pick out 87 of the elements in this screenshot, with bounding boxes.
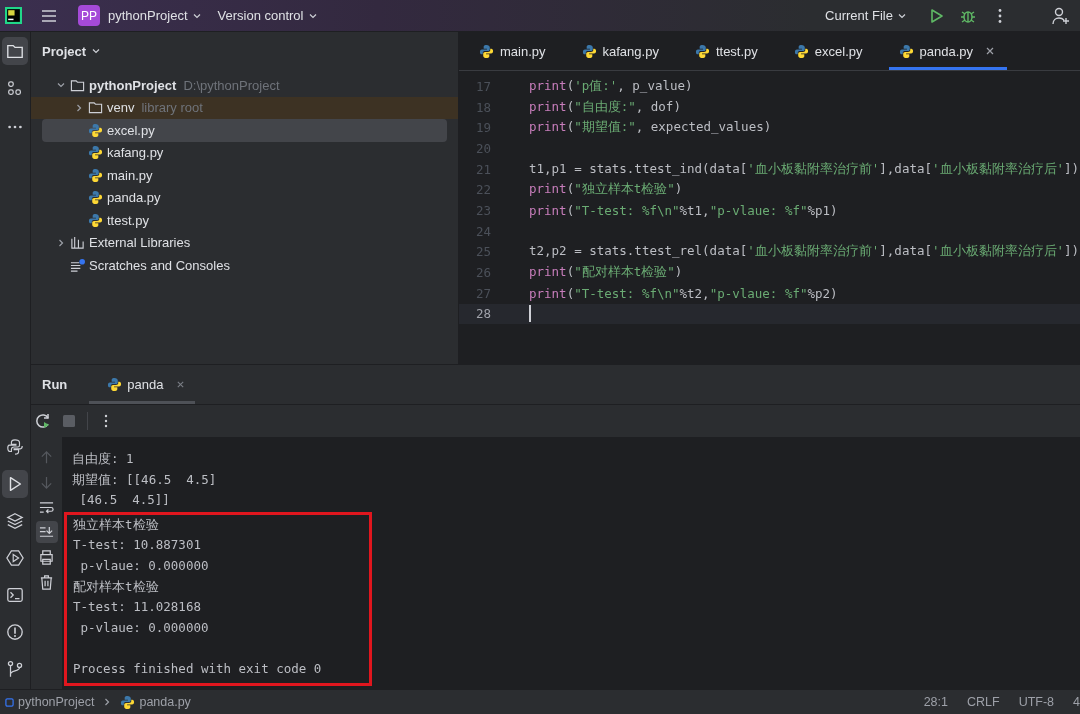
file-tab[interactable]: kafang.py — [571, 32, 669, 70]
tree-item-label: panda.py — [107, 190, 161, 206]
project-badge: PP — [78, 5, 100, 26]
tree-item-label: excel.py — [107, 122, 155, 138]
tree-item[interactable]: kafang.py — [42, 141, 447, 164]
python-file-icon — [479, 43, 494, 59]
python-file-icon — [88, 212, 103, 228]
python-file-icon — [120, 694, 136, 710]
status-item[interactable]: 4 — [1073, 695, 1080, 709]
code-line: print("配对样本t检验") — [529, 264, 683, 282]
folder-tool-icon[interactable] — [2, 37, 28, 65]
tree-item[interactable]: venv library root — [31, 96, 458, 119]
status-item[interactable]: UTF-8 — [1018, 695, 1055, 709]
console-line: 自由度: 1 — [71, 450, 135, 468]
tree-item-label: kafang.py — [107, 145, 164, 161]
status-item[interactable]: 28:1 — [923, 695, 948, 709]
project-dropdown[interactable]: pythonProject — [102, 2, 208, 29]
tree-item-label: pythonProject — [89, 77, 177, 93]
tree-item-note: library root — [141, 100, 203, 116]
run-panel-title: Run — [42, 377, 68, 392]
vcs-dropdown[interactable]: Version control — [211, 2, 324, 29]
breadcrumb[interactable]: panda.py — [139, 695, 191, 709]
run-tool-icon[interactable] — [2, 470, 28, 498]
close-icon[interactable] — [985, 46, 996, 56]
pycharm-logo-icon[interactable] — [5, 7, 22, 24]
code-line: print('p值:', p_value) — [529, 77, 693, 95]
python-file-icon — [88, 190, 103, 206]
file-tab[interactable]: main.py — [469, 32, 556, 70]
folder-icon — [70, 77, 85, 93]
console-line: 独立样本t检验 — [72, 515, 160, 534]
console-line: 期望值: [[46.5 4.5] — [71, 470, 218, 489]
scratches-icon — [70, 257, 85, 273]
tree-item-label: venv — [107, 100, 135, 116]
chevron-down-icon — [91, 46, 102, 56]
console-line: 配对样本t检验 — [72, 577, 160, 596]
code-line: t1,p1 = stats.ttest_ind(data['血小板黏附率治疗前'],data['血小板黏附率治疗后']) — [529, 160, 1080, 178]
code-line: print("独立样本t检验") — [529, 181, 683, 199]
text-caret — [529, 305, 531, 323]
tree-item[interactable]: ttest.py — [42, 209, 447, 232]
tree-item-note: D:\pythonProject — [183, 77, 280, 93]
python-file-icon — [793, 43, 809, 59]
tree-item[interactable]: External Libraries — [42, 231, 447, 254]
tree-item-label: Scratches and Consoles — [89, 257, 230, 273]
tree-item-label: main.py — [107, 167, 153, 183]
code-line: print("自由度:", dof) — [529, 98, 681, 116]
tree-item-label: ttest.py — [107, 212, 149, 228]
project-dropdown[interactable]: Project — [37, 43, 107, 59]
python-file-icon — [694, 43, 710, 59]
python-file-icon — [88, 145, 103, 161]
folder-icon — [88, 100, 103, 116]
status-item[interactable]: CRLF — [966, 695, 1000, 709]
console-line: p-vlaue: 0.000000 — [79, 556, 210, 575]
console-line: [46.5 4.5]] — [78, 491, 171, 510]
tree-item[interactable]: main.py — [42, 164, 447, 187]
console-line: Process finished with exit code 0 — [72, 659, 323, 678]
tree-item[interactable]: Scratches and Consoles — [42, 254, 447, 277]
code-line: t2,p2 = stats.ttest_rel(data['血小板黏附率治疗前'],data['血小板黏附率治疗后']) — [529, 243, 1080, 261]
scroll-end-icon[interactable] — [35, 521, 58, 543]
code-line: print("T-test: %f\n"%t2,"p-vlaue: %f"%p2) — [529, 285, 838, 301]
console-line: p-vlaue: 0.000000 — [79, 618, 210, 637]
tree-item[interactable]: pythonProject D:\pythonProject — [42, 74, 447, 97]
code-line: print("期望值:", expected_values) — [529, 119, 772, 137]
line-number: 28 — [474, 306, 492, 322]
python-file-icon — [898, 43, 914, 59]
module-icon — [5, 697, 14, 707]
run-config-dropdown[interactable]: Current File — [819, 2, 913, 29]
console-line: T-test: 11.028168 — [72, 598, 202, 617]
python-file-icon — [88, 122, 103, 138]
file-tab[interactable]: ttest.py — [684, 32, 768, 70]
chevron-icon[interactable] — [56, 237, 66, 248]
tree-item-label: External Libraries — [89, 235, 191, 251]
python-file-icon — [107, 377, 123, 392]
file-tab[interactable]: excel.py — [783, 32, 873, 70]
breadcrumb[interactable]: pythonProject — [18, 695, 95, 709]
close-icon[interactable] — [176, 380, 186, 389]
python-file-icon — [581, 43, 597, 59]
tree-item[interactable]: panda.py — [42, 186, 447, 209]
run-tab[interactable]: panda — [89, 365, 196, 404]
chevron-icon[interactable] — [74, 102, 84, 113]
library-icon — [70, 235, 85, 251]
rerun-icon[interactable] — [35, 413, 51, 429]
console-line: T-test: 10.887301 — [72, 536, 202, 555]
file-tab[interactable]: panda.py — [888, 32, 1008, 70]
python-file-icon — [88, 167, 103, 183]
tree-item[interactable]: excel.py — [42, 119, 447, 142]
add-user-icon[interactable] — [1051, 5, 1071, 26]
code-line: print("T-test: %f\n"%t1,"p-vlaue: %f"%p1) — [529, 202, 838, 218]
